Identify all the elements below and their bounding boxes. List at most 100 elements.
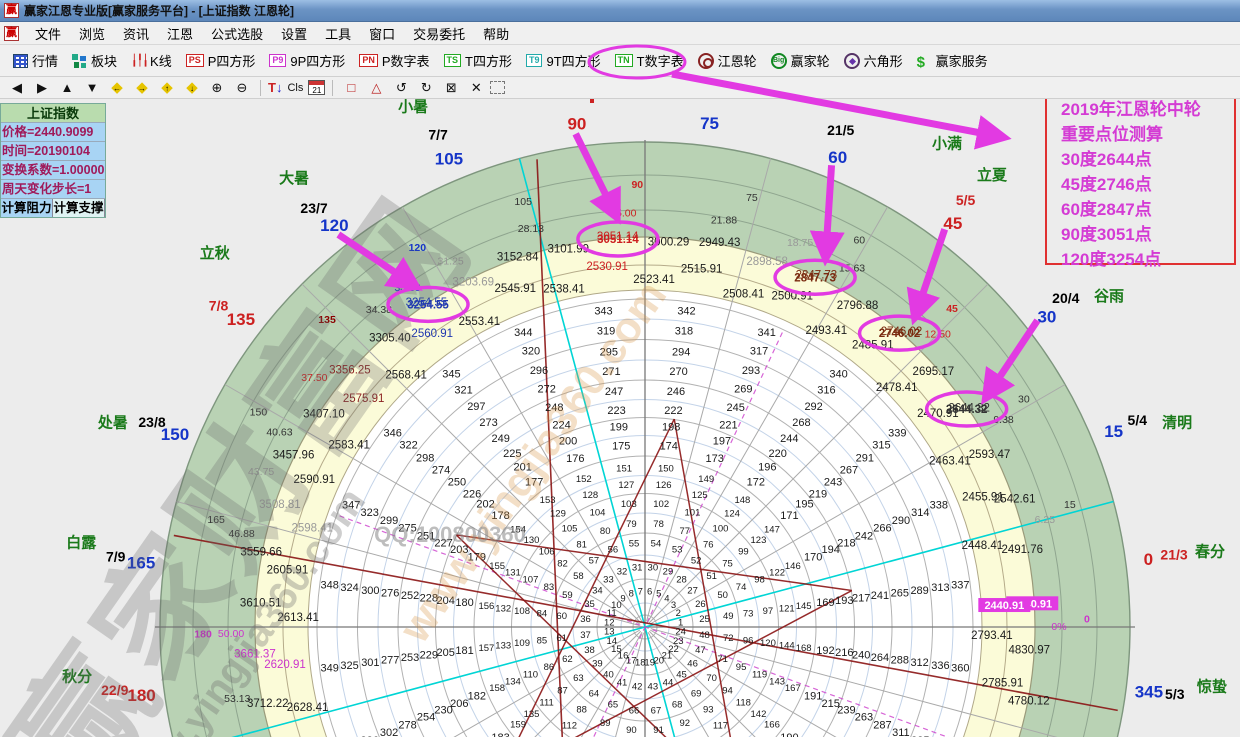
diamond-up-icon[interactable]: ◆↑: [156, 79, 178, 97]
menu-帮助[interactable]: 帮助: [475, 22, 517, 45]
svg-text:69: 69: [691, 689, 702, 700]
svg-text:85: 85: [537, 636, 548, 647]
xbox-icon[interactable]: ⊠: [440, 79, 462, 97]
svg-text:惊蛰: 惊蛰: [1197, 678, 1227, 696]
svg-text:2455.91: 2455.91: [962, 491, 1004, 503]
t-square-icon: TS: [444, 54, 462, 67]
svg-text:153: 153: [540, 495, 556, 506]
toolbar-button-sectors[interactable]: 板块: [65, 48, 124, 73]
diamond-left-icon[interactable]: ◆←: [106, 79, 128, 97]
diamond-down-icon[interactable]: ◆↓: [181, 79, 203, 97]
toolbar-button-gann-wheel[interactable]: 江恩轮: [691, 48, 764, 73]
svg-text:106: 106: [539, 547, 555, 558]
svg-text:2628.41: 2628.41: [287, 702, 329, 714]
toolbar-button-hexagon[interactable]: 六角形: [837, 48, 910, 73]
svg-text:126: 126: [656, 480, 672, 491]
calc-button-0[interactable]: 计算阻力: [1, 199, 53, 217]
svg-text:253: 253: [401, 652, 419, 664]
dashed-select-icon[interactable]: [490, 81, 505, 94]
svg-text:2463.41: 2463.41: [929, 455, 971, 467]
svg-text:176: 176: [566, 453, 584, 465]
svg-text:50: 50: [717, 590, 728, 601]
svg-text:2593.47: 2593.47: [969, 449, 1011, 461]
svg-text:96: 96: [743, 636, 754, 647]
svg-text:338: 338: [930, 499, 948, 511]
svg-text:125: 125: [692, 490, 708, 501]
toolbar-button-kline[interactable]: ╽╿╽K线: [124, 48, 179, 73]
svg-text:2448.41: 2448.41: [962, 540, 1004, 552]
panel-row-0: 价格=2440.9099: [1, 123, 105, 142]
calc-button-1[interactable]: 计算支撑: [53, 199, 105, 217]
svg-text:2: 2: [676, 608, 681, 619]
sectors-label: 板块: [91, 51, 117, 70]
svg-text:74: 74: [736, 582, 747, 593]
annotation-line-4: 60度2847点: [1061, 197, 1234, 222]
menu-浏览[interactable]: 浏览: [71, 22, 113, 45]
toolbar-button-9t-square[interactable]: T99T四方形: [519, 48, 608, 73]
t-updown-icon[interactable]: T↓: [268, 79, 282, 97]
svg-text:289: 289: [910, 585, 928, 597]
svg-text:18.75: 18.75: [787, 237, 813, 249]
svg-text:0: 0: [1144, 550, 1153, 569]
svg-text:2538.41: 2538.41: [543, 284, 585, 296]
svg-text:6.25: 6.25: [1035, 514, 1056, 526]
svg-text:151: 151: [616, 463, 632, 474]
zoom-out-icon[interactable]: ⊖: [231, 79, 253, 97]
menu-窗口[interactable]: 窗口: [361, 22, 403, 45]
rotate-ccw-icon[interactable]: ↺: [390, 79, 412, 97]
svg-text:325: 325: [340, 660, 358, 672]
menu-公式选股[interactable]: 公式选股: [203, 22, 271, 45]
down-icon[interactable]: ▼: [81, 79, 103, 97]
svg-text:128: 128: [582, 490, 598, 501]
toolbar-button-t-table[interactable]: TNT数字表: [608, 48, 691, 73]
calendar-icon[interactable]: 21: [308, 80, 325, 95]
toolbar-button-9p-square[interactable]: P99P四方形: [262, 48, 352, 73]
svg-text:立夏: 立夏: [977, 166, 1008, 184]
menu-交易委托[interactable]: 交易委托: [405, 22, 473, 45]
svg-text:83: 83: [544, 582, 555, 593]
triangle-tool-icon[interactable]: △: [365, 79, 387, 97]
title-bar: 赢 赢家江恩专业版[赢家服务平台] - [上证指数 江恩轮]: [0, 0, 1240, 22]
svg-text:28: 28: [676, 574, 687, 585]
square-tool-icon[interactable]: □: [340, 79, 362, 97]
menu-江恩[interactable]: 江恩: [159, 22, 201, 45]
toolbar-button-winner-wheel[interactable]: Big赢家轮: [764, 48, 837, 73]
toolbar-button-p-square[interactable]: PSP四方形: [179, 48, 263, 73]
svg-text:66: 66: [629, 705, 640, 716]
toolbar-button-quotes[interactable]: 行情: [6, 48, 65, 73]
menu-资讯[interactable]: 资讯: [115, 22, 157, 45]
zoom-in-icon[interactable]: ⊕: [206, 79, 228, 97]
svg-text:107: 107: [523, 575, 539, 586]
menu-文件[interactable]: 文件: [27, 22, 69, 45]
toolbar-button-t-square[interactable]: TST四方形: [437, 48, 519, 73]
menu-设置[interactable]: 设置: [273, 22, 315, 45]
svg-text:2530.91: 2530.91: [586, 261, 628, 273]
next-icon[interactable]: ▶: [31, 79, 53, 97]
svg-text:21/5: 21/5: [827, 122, 854, 138]
toolbar-button-winner-service[interactable]: $赢家服务: [910, 48, 995, 73]
svg-text:72: 72: [723, 633, 734, 644]
toolbar-button-p-table[interactable]: PNP数字表: [352, 48, 436, 73]
rotate-cw-icon[interactable]: ↻: [415, 79, 437, 97]
svg-text:87: 87: [557, 685, 568, 696]
svg-text:98: 98: [754, 575, 765, 586]
menu-工具[interactable]: 工具: [317, 22, 359, 45]
svg-text:182: 182: [468, 691, 486, 703]
svg-text:296: 296: [530, 365, 548, 377]
svg-text:169: 169: [816, 597, 834, 609]
9t-square-icon: T9: [526, 54, 543, 67]
svg-text:300: 300: [361, 585, 379, 597]
cls-button[interactable]: Cls: [285, 79, 305, 97]
svg-text:263: 263: [855, 712, 873, 724]
svg-text:105: 105: [562, 524, 578, 535]
svg-text:59: 59: [562, 590, 573, 601]
prev-icon[interactable]: ◀: [6, 79, 28, 97]
svg-text:290: 290: [892, 515, 910, 527]
svg-text:55: 55: [629, 539, 640, 550]
up-icon[interactable]: ▲: [56, 79, 78, 97]
svg-text:73: 73: [743, 608, 754, 619]
diamond-right-icon[interactable]: ◆→: [131, 79, 153, 97]
cross-icon[interactable]: ✕: [465, 79, 487, 97]
svg-text:4830.97: 4830.97: [1008, 645, 1050, 657]
svg-text:294: 294: [672, 346, 690, 358]
